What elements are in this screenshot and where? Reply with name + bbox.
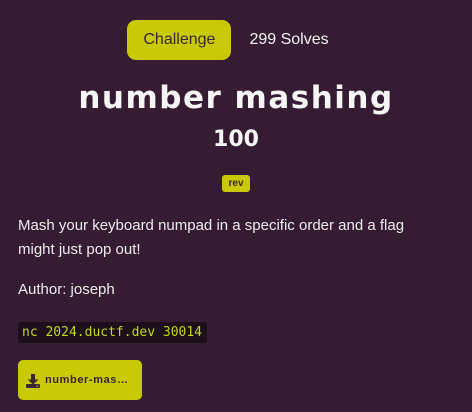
tag-row: rev	[0, 171, 472, 192]
download-icon	[26, 373, 40, 388]
connection-info: nc 2024.ductf.dev 30014	[18, 322, 208, 343]
challenge-author: Author: joseph	[18, 281, 115, 298]
category-tag: rev	[222, 175, 250, 192]
challenge-description: Mash your keyboard numpad in a specific …	[18, 217, 405, 258]
challenge-points: 100	[213, 127, 259, 152]
download-file-button[interactable]: number-mashing	[18, 360, 142, 400]
tab-solves[interactable]: 299 Solves	[233, 20, 344, 60]
tab-challenge[interactable]: Challenge	[127, 20, 232, 60]
challenge-tabs: Challenge 299 Solves	[0, 20, 472, 60]
challenge-title: number mashing	[78, 80, 394, 116]
download-file-label: number-mashing	[45, 374, 133, 386]
